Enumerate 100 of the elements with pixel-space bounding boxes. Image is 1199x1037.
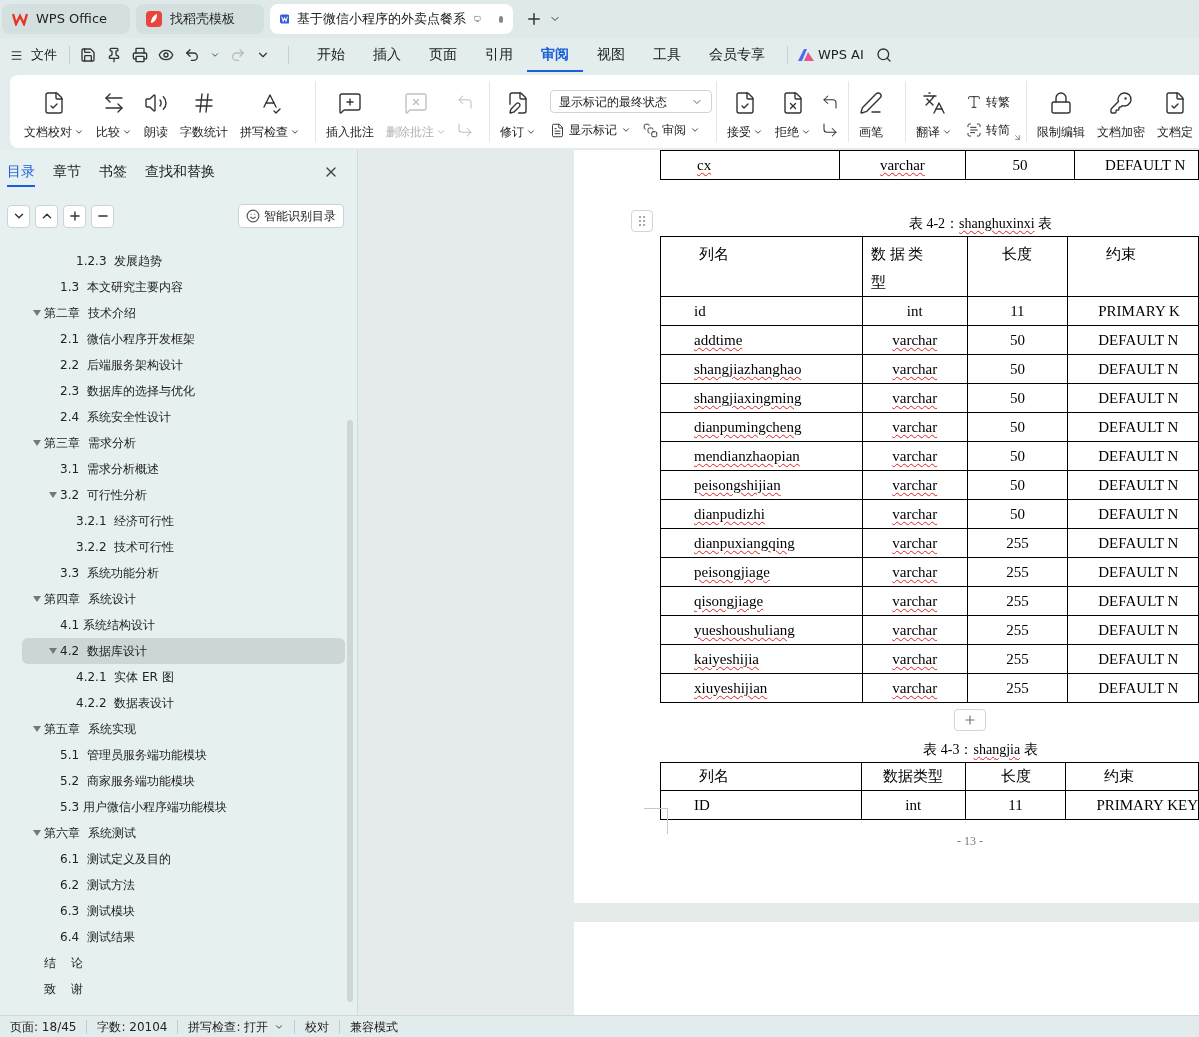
outline-item[interactable]: 1.3 本文研究主要内容 <box>22 274 345 300</box>
wps-logo-icon <box>12 12 28 26</box>
ribbon-tab[interactable]: 开始 <box>303 38 359 72</box>
outline-item[interactable]: 结 论 <box>22 950 345 976</box>
ribbon-button[interactable]: 朗读 <box>138 81 174 142</box>
status-item[interactable]: 页面: 18/45 <box>10 1017 77 1036</box>
status-item[interactable]: 拼写检查: 打开 <box>188 1017 285 1036</box>
outline-item[interactable]: 3.1 需求分析概述 <box>22 456 345 482</box>
add-row-button[interactable] <box>954 709 986 731</box>
ribbon-button[interactable]: 转简 <box>965 121 1010 139</box>
search-icon[interactable] <box>875 47 892 63</box>
outline-item[interactable]: 2.2 后端服务架构设计 <box>22 352 345 378</box>
save-icon[interactable] <box>80 47 96 63</box>
outline-item[interactable]: 第二章 技术介绍 <box>22 300 345 326</box>
ribbon-tab[interactable]: 审阅 <box>527 38 583 72</box>
sidebar-tab[interactable]: 章节 <box>53 157 81 187</box>
expanded-triangle-icon[interactable] <box>33 829 41 837</box>
ribbon-button[interactable]: 转繁 <box>965 93 1010 111</box>
outline-item[interactable]: 6.1 测试定义及目的 <box>22 846 345 872</box>
ribbon-tab[interactable]: 会员专享 <box>695 38 779 72</box>
expanded-triangle-icon[interactable] <box>33 439 41 447</box>
document-tab[interactable]: 基于微信小程序的外卖点餐系 <box>270 4 513 34</box>
expanded-triangle-icon[interactable] <box>33 309 41 317</box>
previous-change-icon[interactable] <box>820 93 839 111</box>
ribbon-button[interactable]: 画笔 <box>852 81 889 142</box>
ribbon-button[interactable]: 限制编辑 <box>1031 81 1091 142</box>
outline-item[interactable]: 1.2.3 发展趋势 <box>22 248 345 274</box>
ribbon-button[interactable]: 文档定 <box>1151 81 1199 142</box>
ribbon-button[interactable]: 修订 <box>493 81 542 142</box>
next-change-icon[interactable] <box>820 121 839 139</box>
drag-handle[interactable] <box>631 210 653 232</box>
preview-icon[interactable] <box>158 47 174 63</box>
document-tab[interactable]: 找稻壳模板 <box>136 4 264 34</box>
ribbon-tab[interactable]: 插入 <box>359 38 415 72</box>
expanded-triangle-icon[interactable] <box>33 725 41 733</box>
ribbon-button[interactable]: 插入批注 <box>320 81 381 142</box>
caret-icon[interactable] <box>210 50 220 60</box>
ribbon-button[interactable]: 翻译 <box>909 81 958 142</box>
ribbon-button[interactable]: 文档加密 <box>1091 81 1151 142</box>
outline-item[interactable]: 5.3 用户微信小程序端功能模块 <box>22 794 345 820</box>
pin-icon[interactable] <box>106 47 122 63</box>
status-item[interactable]: 兼容模式 <box>350 1017 399 1036</box>
smart-toc-button[interactable]: 智能识别目录 <box>238 204 344 228</box>
document-tab[interactable]: WPS Office <box>2 4 130 34</box>
ribbon-button[interactable]: 审阅 <box>642 121 700 139</box>
ribbon-button[interactable]: 拒绝 <box>768 81 817 142</box>
outline-item[interactable]: 第六章 系统测试 <box>22 820 345 846</box>
sidebar-tab[interactable]: 目录 <box>7 157 35 187</box>
table-cell: DEFAULT N <box>1067 441 1199 471</box>
promote-button[interactable] <box>63 204 86 228</box>
sidebar-tab[interactable]: 查找和替换 <box>145 157 215 187</box>
outline-item[interactable]: 4.2 数据库设计 <box>22 638 345 664</box>
expand-all-button[interactable] <box>7 204 30 228</box>
outline-item[interactable]: 4.2.1 实体 ER 图 <box>22 664 345 690</box>
outline-item[interactable]: 6.2 测试方法 <box>22 872 345 898</box>
sidebar-tab[interactable]: 书签 <box>99 157 127 187</box>
outline-item[interactable]: 2.1 微信小程序开发框架 <box>22 326 345 352</box>
stack-icon <box>642 122 658 138</box>
expanded-triangle-icon[interactable] <box>33 595 41 603</box>
collapse-all-button[interactable] <box>35 204 58 228</box>
ribbon-button[interactable]: 显示标记 <box>549 121 631 139</box>
expanded-triangle-icon[interactable] <box>49 647 57 655</box>
outline-item[interactable]: 3.2 可行性分析 <box>22 482 345 508</box>
ribbon-tab[interactable]: 引用 <box>471 38 527 72</box>
outline-item[interactable]: 第四章 系统设计 <box>22 586 345 612</box>
ribbon-button[interactable]: 字数统计 <box>174 81 234 142</box>
status-item[interactable]: 校对 <box>305 1017 330 1036</box>
outline-item[interactable]: 6.4 测试结果 <box>22 924 345 950</box>
ribbon-button[interactable]: 接受 <box>720 81 769 142</box>
ribbon-button[interactable]: 文档校对 <box>18 81 90 142</box>
wps-ai-button[interactable]: WPS AI <box>798 45 864 65</box>
ribbon-tab[interactable]: 视图 <box>583 38 639 72</box>
ribbon-button[interactable]: 比较 <box>90 81 138 142</box>
outline-item[interactable]: 3.2.2 技术可行性 <box>22 534 345 560</box>
outline-item[interactable]: 2.4 系统安全性设计 <box>22 404 345 430</box>
print-icon[interactable] <box>132 47 148 63</box>
demote-button[interactable] <box>91 204 114 228</box>
status-item[interactable]: 字数: 20104 <box>97 1017 168 1036</box>
outline-item[interactable]: 2.3 数据库的选择与优化 <box>22 378 345 404</box>
dialog-launcher-icon[interactable] <box>1013 133 1022 142</box>
outline-item[interactable]: 6.3 测试模块 <box>22 898 345 924</box>
outline-item[interactable]: 4.1 系统结构设计 <box>22 612 345 638</box>
markup-select[interactable]: 显示标记的最终状态 <box>549 90 712 113</box>
new-tab-icon[interactable] <box>525 10 543 28</box>
outline-item[interactable]: 3.2.1 经济可行性 <box>22 508 345 534</box>
outline-item[interactable]: 致 谢 <box>22 976 345 1002</box>
outline-item[interactable]: 第三章 需求分析 <box>22 430 345 456</box>
outline-item[interactable]: 第五章 系统实现 <box>22 716 345 742</box>
outline-item[interactable]: 5.1 管理员服务端功能模块 <box>22 742 345 768</box>
expanded-triangle-icon[interactable] <box>49 491 57 499</box>
scrollbar[interactable] <box>347 420 353 1002</box>
table-cell: int <box>862 296 968 326</box>
ribbon-tab[interactable]: 页面 <box>415 38 471 72</box>
file-menu-button[interactable]: 文件 <box>10 45 69 65</box>
outline-item[interactable]: 4.2.2 数据表设计 <box>22 690 345 716</box>
ribbon-tab[interactable]: 工具 <box>639 38 695 72</box>
outline-item[interactable]: 3.3 系统功能分析 <box>22 560 345 586</box>
undo-icon[interactable] <box>184 47 200 63</box>
outline-item[interactable]: 5.2 商家服务端功能模块 <box>22 768 345 794</box>
ribbon-button[interactable]: 拼写检查 <box>234 81 306 142</box>
